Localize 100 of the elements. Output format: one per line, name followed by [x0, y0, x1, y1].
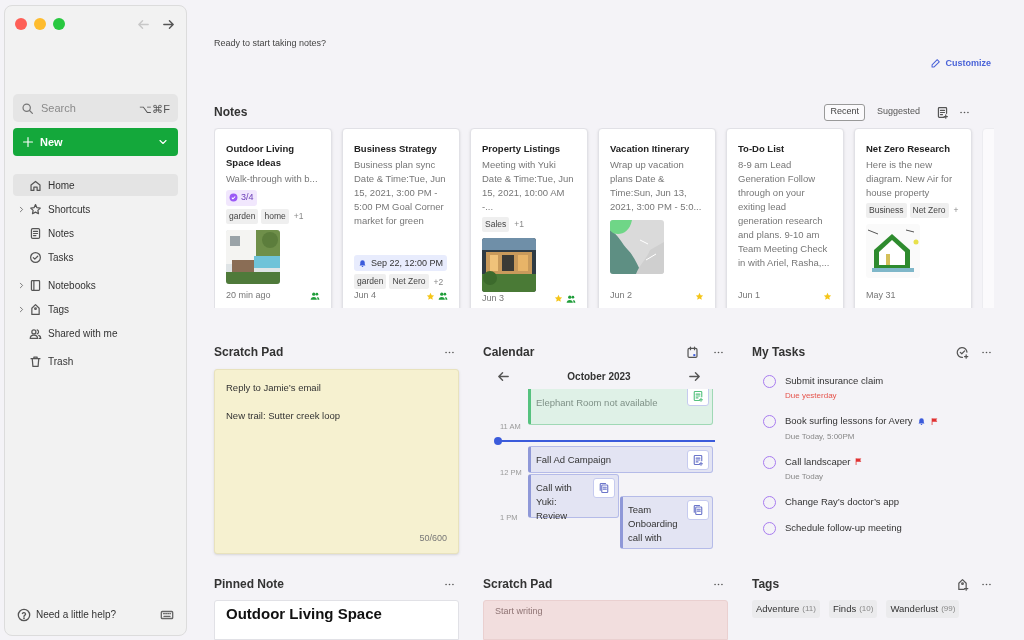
notebook-icon — [29, 278, 42, 292]
star-icon — [695, 291, 704, 301]
tag-chip[interactable]: Sales — [482, 216, 510, 232]
more-count: +2 — [433, 275, 444, 289]
task-progress-badge: 3/4 — [226, 189, 257, 206]
window-control[interactable] — [53, 18, 65, 30]
note-card[interactable]: Net Zero Research Here is the new diagram. New Air for house property Business Net Zero + May 31 — [854, 127, 972, 308]
tab[interactable]: Suggested — [870, 103, 926, 121]
event-title: Elephant Room not available — [536, 396, 659, 410]
greeting-text: Ready to start taking notes? — [214, 37, 328, 49]
note-add-icon[interactable] — [692, 454, 704, 466]
more-count: + — [953, 204, 959, 217]
task-title: Schedule follow-up meeting — [785, 521, 902, 535]
note-snippet: Here is the new diagram. New Air for house property — [866, 157, 954, 200]
note-add-icon[interactable] — [692, 390, 704, 402]
note-date: Jun 3 — [482, 291, 506, 305]
calendar-event[interactable]: Call with Yuki: Review — [528, 474, 619, 518]
tag-name: Adventure — [756, 601, 800, 616]
tag-chip[interactable]: Net Zero — [909, 202, 949, 218]
note-date: Jun 1 — [738, 289, 762, 303]
plus-icon — [22, 136, 34, 148]
nav-item[interactable]: Notes — [13, 222, 178, 244]
due-date: Due Today, 5:00PM — [785, 430, 856, 443]
add-tag-icon[interactable] — [956, 577, 969, 591]
note-snippet: Meeting with Yuki Date & Time:Tue, Jun 15, 2021, 10:00 AM -... — [482, 157, 575, 214]
note-card[interactable]: Vacation Itinerary Wrap up vacation plans Date & Time:Sun, Jun 13, 2021, 3:00 PM - 5:0... Jun 2 — [598, 127, 716, 308]
pencil-icon — [930, 58, 942, 70]
section-title: Scratch Pad — [214, 344, 285, 361]
help-link[interactable]: Need a little help? — [36, 607, 155, 622]
note-title: Net Zero Research — [866, 141, 951, 156]
check-circle-icon — [229, 193, 238, 203]
tag-chip[interactable]: Wanderlust (99) — [886, 600, 960, 618]
help-icon — [17, 607, 31, 622]
task-title: Call landscaper — [785, 454, 851, 469]
scratch-pad-note[interactable]: Reply to Jamie’s email New trail: Sutter creek loop 50/600 — [214, 369, 459, 554]
note-icon — [29, 226, 42, 240]
note-card[interactable]: To-Do List 8-9 am Lead Generation Follow through on your exiting lead generation research and plans. 9-10 am Team Meeting Check in with Ariel, Rasha,... Jun 1 — [726, 127, 844, 308]
trash-icon — [29, 354, 42, 368]
event-title: Fall Ad Campaign — [536, 453, 612, 467]
note-title: Vacation Itinerary — [610, 141, 691, 156]
task-title: Book surfing lessons for Avery — [785, 414, 913, 429]
section-title: My Tasks — [752, 344, 807, 361]
note-date: Jun 4 — [354, 289, 378, 303]
due-date: Due yesterday — [785, 390, 838, 403]
note-snippet: 8-9 am Lead Generation Follow through on your exiting lead generation research and plans. 9-10 am Team Meeting Check in with Ariel, Rasha,... — [738, 157, 831, 270]
customize-link[interactable]: Customize — [930, 57, 991, 71]
tag-chip[interactable]: Business — [866, 202, 907, 218]
nav-item[interactable]: Tags — [13, 298, 178, 320]
scratch-line: Reply to Jamie’s email — [226, 381, 322, 395]
chevron-icon — [17, 204, 26, 214]
nav-item[interactable]: Home — [13, 174, 178, 196]
tag-chip[interactable]: Finds (10) — [828, 600, 878, 618]
section-title: Notes — [214, 104, 249, 122]
pinned-note-card[interactable]: Outdoor Living Space — [214, 600, 459, 640]
event-title: Team Onboarding call with — [628, 503, 679, 545]
scratch-pad-field[interactable]: Start writing — [483, 600, 728, 640]
copy-icon[interactable] — [692, 504, 704, 516]
bell-icon — [916, 416, 926, 426]
add-task-icon[interactable] — [956, 345, 969, 359]
tag-chip[interactable]: home — [261, 208, 289, 224]
people-icon — [310, 291, 320, 302]
tag-count: (11) — [802, 603, 816, 615]
nav-item[interactable]: Shortcuts — [13, 198, 178, 220]
note-snippet: Walk-through with b... — [226, 171, 319, 186]
tag-chip[interactable]: garden — [226, 208, 259, 224]
note-snippet: Business plan sync Date & Time:Tue, Jun 15, 2021, 3:00 PM - 5:00 PM Goal Corner market for green — [354, 157, 447, 228]
note-card[interactable]: Property Listings Meeting with Yuki Date & Time:Tue, Jun 15, 2021, 10:00 AM -... Sales +1 Jun 3 — [470, 127, 588, 308]
due-date: Due Today — [785, 470, 825, 483]
section-title: Tags — [752, 576, 781, 593]
home-icon — [29, 178, 42, 192]
tag-chip[interactable]: Adventure (11) — [752, 600, 820, 618]
note-date: May 31 — [866, 289, 897, 303]
nav-item[interactable]: Trash — [13, 350, 178, 372]
note-title: To-Do List — [738, 141, 786, 156]
note-title: Business Strategy — [354, 141, 438, 156]
note-card[interactable]: Outdoor Living Space Ideas Walk-through with b... 3/4 garden home +1 20 min ago — [214, 127, 332, 308]
reminder-badge: Sep 22, 12:00 PM — [354, 255, 448, 272]
nav-item[interactable]: Shared with me — [13, 322, 178, 344]
task-title: Submit insurance claim — [785, 374, 884, 388]
nav-item[interactable]: Notebooks — [13, 274, 178, 296]
scratch-line: New trail: Sutter creek loop — [226, 409, 342, 423]
shortcut-label: ⌥⌘F — [139, 102, 170, 117]
more-count: +1 — [293, 210, 304, 223]
copy-icon[interactable] — [598, 482, 610, 494]
tag-chip[interactable]: Net Zero — [389, 274, 429, 290]
star-icon — [554, 294, 563, 304]
tag-chip[interactable]: garden — [354, 274, 387, 290]
nav-item[interactable]: Tasks — [13, 246, 178, 268]
tab[interactable]: Recent — [824, 103, 865, 121]
window-control[interactable] — [15, 18, 27, 30]
task-title: Change Ray’s doctor’s app — [785, 494, 900, 509]
note-card[interactable]: Business Strategy Business plan sync Date & Time:Tue, Jun 15, 2021, 3:00 PM - 5:00 PM Goal Corner market for green Sep 22, 12:00 PM garden Net Zero +2 Jun 4 — [342, 127, 460, 308]
note-date: 20 min ago — [226, 289, 272, 303]
calendar-event[interactable]: Fall Ad Campaign — [528, 446, 713, 473]
note-title: Outdoor Living Space Ideas — [226, 141, 296, 170]
calendar-event[interactable]: Team Onboarding call with — [620, 496, 713, 549]
calendar-icon[interactable] — [686, 345, 699, 359]
bell-icon — [358, 258, 367, 268]
check-circle-icon — [29, 250, 42, 264]
new-note-icon[interactable] — [936, 105, 949, 119]
